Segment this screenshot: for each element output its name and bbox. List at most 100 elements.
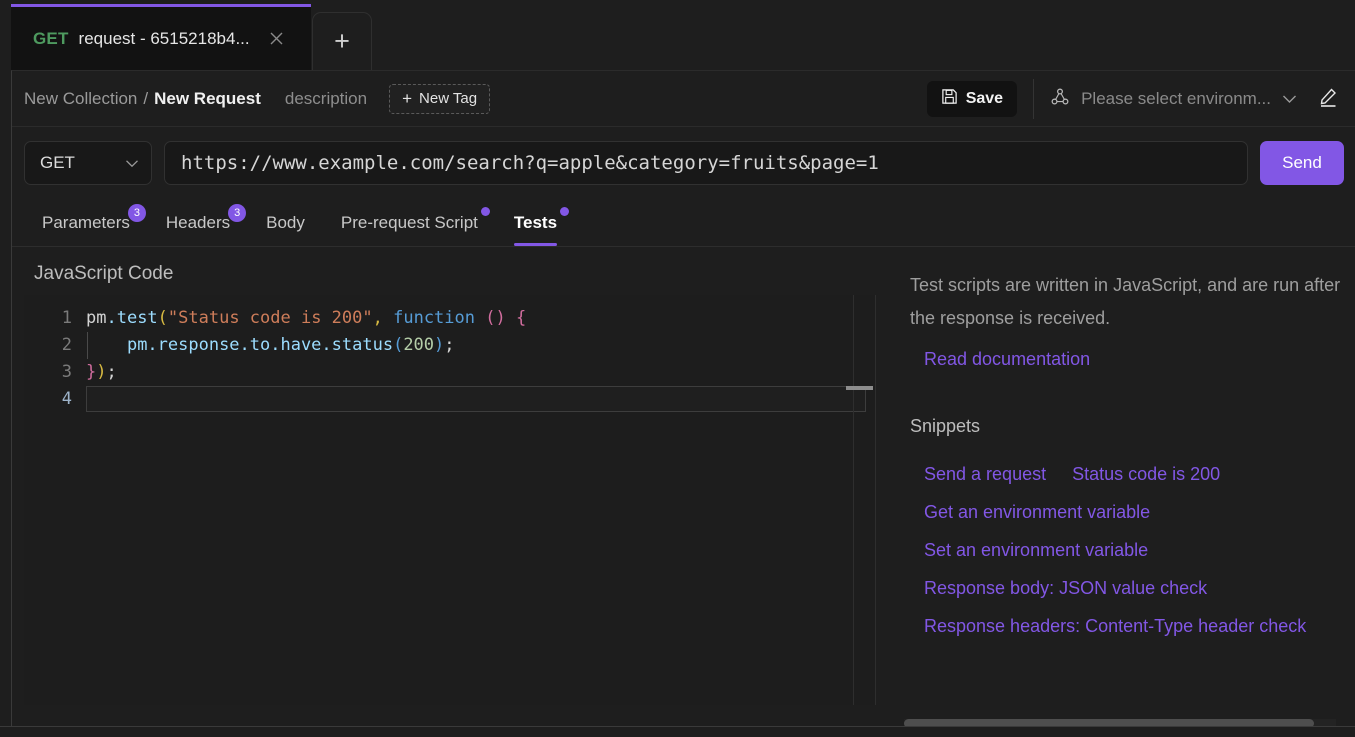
environment-value: Please select environm... [1081,89,1271,108]
save-button[interactable]: Save [926,81,1018,117]
token-close-brace: } [86,362,97,382]
http-method-value: GET [40,153,75,172]
new-tab-button[interactable]: + [312,12,372,70]
line-number: 1 [61,308,72,328]
tab-headers-badge: 3 [228,204,247,222]
snippet-status-code-is-200[interactable]: Status code is 200 [1072,464,1220,485]
token-open-brace: { [515,308,527,328]
new-tag-button[interactable]: + New Tag [389,83,491,114]
snippet-response-headers-content-type-header-check[interactable]: Response headers: Content-Type header ch… [924,616,1306,637]
code-area: 1 2 3 4 pm.test("Status code is 200", fu… [24,295,876,413]
breadcrumb-separator: / [143,88,149,108]
send-button[interactable]: Send [1260,141,1344,185]
tab-body-label: Body [266,213,305,232]
editor-vertical-scrollbar[interactable] [846,295,876,705]
tab-title-label: request - 6515218b4... [78,28,250,48]
indent-guide [87,332,88,359]
tab-tests[interactable]: Tests [496,200,575,246]
breadcrumb-row: New Collection / New Request description… [12,71,1355,127]
javascript-code-editor[interactable]: 1 2 3 4 pm.test("Status code is 200", fu… [24,295,876,705]
request-section-tabs: Parameters 3 Headers 3 Body Pre-request … [12,199,1355,247]
tab-pre-request-script-dot-icon [480,207,490,216]
snippet-set-an-environment-variable[interactable]: Set an environment variable [924,540,1148,561]
browser-tab-strip: GET request - 6515218b4... + [0,0,1355,70]
window-bottom-edge [0,726,1355,737]
snippet-row: Get an environment variable [924,502,1341,523]
token-open-paren: ( [157,308,168,328]
edit-environment-button[interactable] [1311,86,1355,113]
tab-headers[interactable]: Headers 3 [148,200,248,246]
token-comma: , [372,308,394,328]
token-string: "Status code is 200" [167,308,373,328]
help-description: Test scripts are written in JavaScript, … [910,275,1341,328]
chevron-down-icon [1282,92,1297,107]
breadcrumb-collection[interactable]: New Collection [24,89,137,109]
line-number: 3 [61,362,72,382]
tab-pre-request-script[interactable]: Pre-request Script [323,200,496,246]
plus-icon: + [334,26,350,56]
token-open-paren: ( [393,335,404,355]
line-number-gutter: 1 2 3 4 [24,295,86,413]
token-parens: () [485,308,506,328]
floppy-disk-icon [941,88,958,110]
section-title: JavaScript Code [34,263,174,284]
new-tag-label: New Tag [419,90,478,107]
environment-selector[interactable]: Please select environm... [1034,79,1311,119]
snippet-row: Response body: JSON value check [924,578,1341,599]
scrollbar-thumb[interactable] [846,386,873,390]
line-number: 4 [61,389,72,409]
tab-parameters-label: Parameters [42,213,130,232]
tests-pane: JavaScript Code 1 2 3 4 pm.test("Status … [12,247,1355,728]
request-tab-active[interactable]: GET request - 6515218b4... [11,4,311,70]
code-line-2: pm.response.to.have.status(200); [86,332,876,359]
snippet-get-an-environment-variable[interactable]: Get an environment variable [924,502,1150,523]
url-input[interactable]: https://www.example.com/search?q=apple&c… [164,141,1248,185]
code-line-1: pm.test("Status code is 200", function (… [86,305,876,332]
tab-method-label: GET [33,28,69,48]
code-line-3: }); [86,359,876,386]
tab-tests-dot-icon [560,207,570,216]
snippets-list: Send a request Status code is 200 Get an… [910,464,1341,637]
active-line-highlight [86,386,866,412]
snippets-title: Snippets [910,416,981,436]
token-close-paren: ) [434,335,445,355]
http-method-select[interactable]: GET [24,141,152,185]
code-editor-column: JavaScript Code 1 2 3 4 pm.test("Status … [12,247,876,710]
token-number: 200 [403,335,435,355]
line-number: 2 [61,335,72,355]
snippet-response-body-json-value-check[interactable]: Response body: JSON value check [924,578,1207,599]
tab-body[interactable]: Body [248,200,323,246]
send-label: Send [1282,153,1322,172]
tab-tests-label: Tests [513,213,558,232]
token-semicolon: ; [444,335,455,355]
save-label: Save [965,90,1004,107]
code-lines[interactable]: pm.test("Status code is 200", function (… [86,295,876,413]
breadcrumb-request-name[interactable]: New Request [154,89,261,109]
tab-parameters[interactable]: Parameters 3 [24,200,148,246]
url-bar: GET https://www.example.com/search?q=app… [12,127,1355,199]
plus-icon: + [402,89,413,108]
environment-node-icon [1050,87,1070,112]
tab-headers-label: Headers [165,213,231,232]
request-description[interactable]: description [285,89,367,109]
token-close-paren: ) [96,362,107,382]
snippet-row: Send a request Status code is 200 [924,464,1341,485]
tests-help-column: Test scripts are written in JavaScript, … [876,247,1355,728]
snippet-row: Response headers: Content-Type header ch… [924,616,1341,637]
snippet-send-a-request[interactable]: Send a request [924,464,1046,485]
chevron-down-icon [125,153,139,173]
token-chain: pm.response.to.have.status [126,335,394,355]
request-panel: New Collection / New Request description… [11,70,1355,728]
token-pm: pm [86,308,107,328]
tab-strip-spacer [0,0,11,70]
breadcrumb-actions: Save Please select environm... [926,71,1355,127]
snippet-row: Set an environment variable [924,540,1341,561]
tab-pre-request-script-label: Pre-request Script [340,213,478,232]
token-semicolon: ; [106,362,117,382]
read-documentation-link[interactable]: Read documentation [924,349,1341,370]
token-test-method: .test [106,308,158,328]
close-icon[interactable] [266,28,288,50]
